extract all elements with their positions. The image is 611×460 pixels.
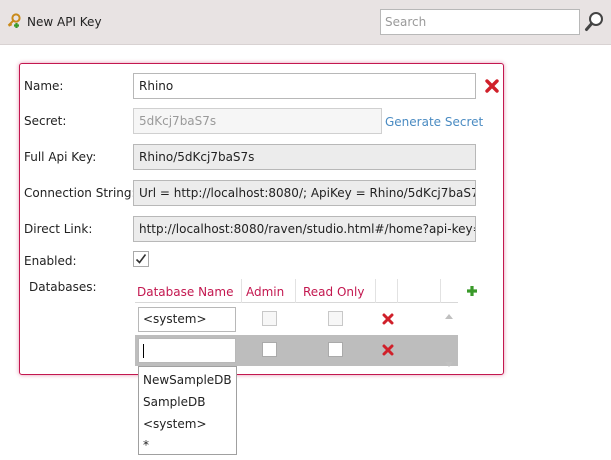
enabled-checkbox[interactable] <box>133 251 149 267</box>
header-divider <box>375 279 376 303</box>
delete-row-icon[interactable] <box>382 344 394 359</box>
column-header-database-name[interactable]: Database Name <box>137 285 233 299</box>
new-api-key-button[interactable]: New API Key <box>6 11 102 33</box>
secret-label: Secret: <box>24 114 67 128</box>
column-header-admin[interactable]: Admin <box>246 285 284 299</box>
header-divider <box>397 279 398 303</box>
delete-api-key-icon[interactable] <box>485 79 499 96</box>
admin-checkbox[interactable] <box>262 342 277 357</box>
direct-link-label: Direct Link: <box>24 222 93 236</box>
delete-row-icon[interactable] <box>382 313 394 328</box>
direct-link-field[interactable]: http://localhost:8080/raven/studio.html#… <box>133 216 476 242</box>
database-name-input-active[interactable] <box>138 338 236 363</box>
databases-table-header: Database Name Admin Read Only <box>135 279 458 303</box>
generate-secret-link[interactable]: Generate Secret <box>385 115 483 129</box>
column-header-read-only[interactable]: Read Only <box>303 285 364 299</box>
read-only-checkbox[interactable] <box>328 311 343 326</box>
key-add-icon <box>6 12 22 32</box>
dropdown-option[interactable]: SampleDB <box>143 395 205 409</box>
read-only-checkbox[interactable] <box>328 342 343 357</box>
dropdown-option[interactable]: <system> <box>143 417 207 431</box>
scroll-down-arrow-icon[interactable] <box>445 357 453 371</box>
database-name-input[interactable]: <system> <box>138 307 236 332</box>
text-cursor <box>143 344 144 358</box>
databases-label: Databases: <box>29 280 97 294</box>
name-label: Name: <box>24 79 64 93</box>
header-divider <box>241 279 242 303</box>
scroll-up-arrow-icon[interactable] <box>445 308 453 322</box>
toolbar: New API Key <box>0 0 611 45</box>
checkmark-icon <box>135 254 147 264</box>
enabled-label: Enabled: <box>24 254 77 268</box>
search-icon[interactable] <box>584 10 606 34</box>
full-api-key-label: Full Api Key: <box>24 150 97 164</box>
new-api-key-label: New API Key <box>27 15 102 29</box>
secret-input: 5dKcj7baS7s <box>133 108 382 134</box>
name-input[interactable]: Rhino <box>133 73 476 99</box>
full-api-key-field[interactable]: Rhino/5dKcj7baS7s <box>133 144 476 170</box>
database-name-dropdown: NewSampleDB SampleDB <system> * <box>138 366 237 455</box>
connection-string-label: Connection String: <box>24 186 136 200</box>
add-database-icon[interactable] <box>466 285 478 300</box>
dropdown-option[interactable]: NewSampleDB <box>143 373 232 387</box>
search-input[interactable] <box>380 9 580 35</box>
header-divider <box>440 279 441 303</box>
admin-checkbox[interactable] <box>262 311 277 326</box>
table-row[interactable]: <system> <box>135 304 458 335</box>
table-row-selected[interactable] <box>135 335 458 366</box>
dropdown-option[interactable]: * <box>143 438 149 452</box>
connection-string-field[interactable]: Url = http://localhost:8080/; ApiKey = R… <box>133 180 476 206</box>
databases-table: Database Name Admin Read Only <system> <box>135 279 458 367</box>
api-key-card: Name: Rhino Secret: 5dKcj7baS7s Generate… <box>19 63 504 375</box>
header-divider <box>295 279 296 303</box>
